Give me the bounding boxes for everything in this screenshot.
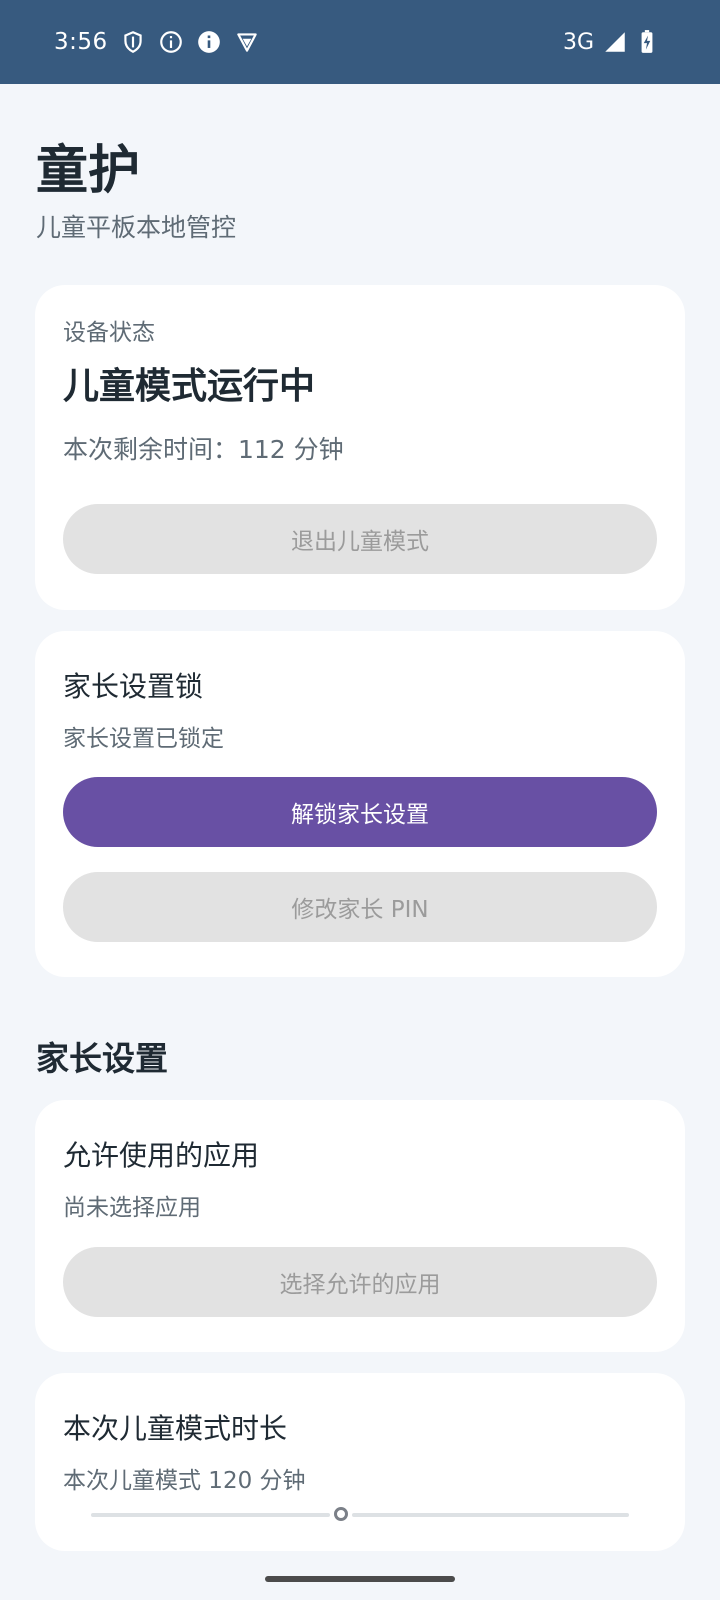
shield-outline-icon (123, 31, 142, 53)
remaining-time-text: 本次剩余时间：112 分钟 (63, 435, 344, 464)
device-status-label: 设备状态 (63, 320, 155, 346)
allowed-apps-title: 允许使用的应用 (63, 1139, 260, 1172)
status-bar: 3:56 3G (0, 0, 720, 84)
device-status-heading: 儿童模式运行中 (63, 366, 316, 407)
parent-lock-title: 家长设置锁 (63, 670, 204, 703)
page-title: 童护 (36, 141, 141, 201)
session-duration-card: 本次儿童模式时长 本次儿童模式 120 分钟 (35, 1373, 685, 1551)
parent-lock-card: 家长设置锁 家长设置已锁定 解锁家长设置 修改家长 PIN (35, 631, 685, 977)
signal-icon (605, 32, 625, 52)
gesture-nav-handle[interactable] (265, 1576, 455, 1582)
allowed-apps-card: 允许使用的应用 尚未选择应用 选择允许的应用 (35, 1100, 685, 1352)
unlock-parent-settings-button[interactable]: 解锁家长设置 (63, 777, 657, 847)
session-duration-value: 本次儿童模式 120 分钟 (63, 1468, 306, 1494)
slider-track-active (91, 1513, 330, 1517)
allowed-apps-status: 尚未选择应用 (63, 1195, 201, 1221)
info-outline-icon (159, 31, 182, 53)
change-pin-button[interactable]: 修改家长 PIN (63, 872, 657, 942)
parent-settings-section-title: 家长设置 (36, 1039, 168, 1078)
status-bar-left: 3:56 (54, 29, 272, 55)
select-allowed-apps-button[interactable]: 选择允许的应用 (63, 1247, 657, 1317)
device-status-card: 设备状态 儿童模式运行中 本次剩余时间：112 分钟 退出儿童模式 (35, 285, 685, 610)
status-bar-right: 3G (563, 29, 666, 55)
slider-thumb[interactable] (334, 1507, 348, 1521)
exit-child-mode-button[interactable]: 退出儿童模式 (63, 504, 657, 574)
battery-charging-icon (641, 30, 653, 53)
duration-slider[interactable] (91, 1505, 629, 1525)
slider-track-inactive (352, 1513, 629, 1517)
parent-lock-status: 家长设置已锁定 (63, 726, 224, 752)
page-subtitle: 儿童平板本地管控 (36, 213, 237, 242)
network-type: 3G (562, 29, 594, 55)
session-duration-title: 本次儿童模式时长 (63, 1412, 288, 1445)
vpn-shield-icon (236, 33, 257, 52)
status-time: 3:56 (54, 29, 108, 55)
info-filled-icon (197, 31, 220, 53)
